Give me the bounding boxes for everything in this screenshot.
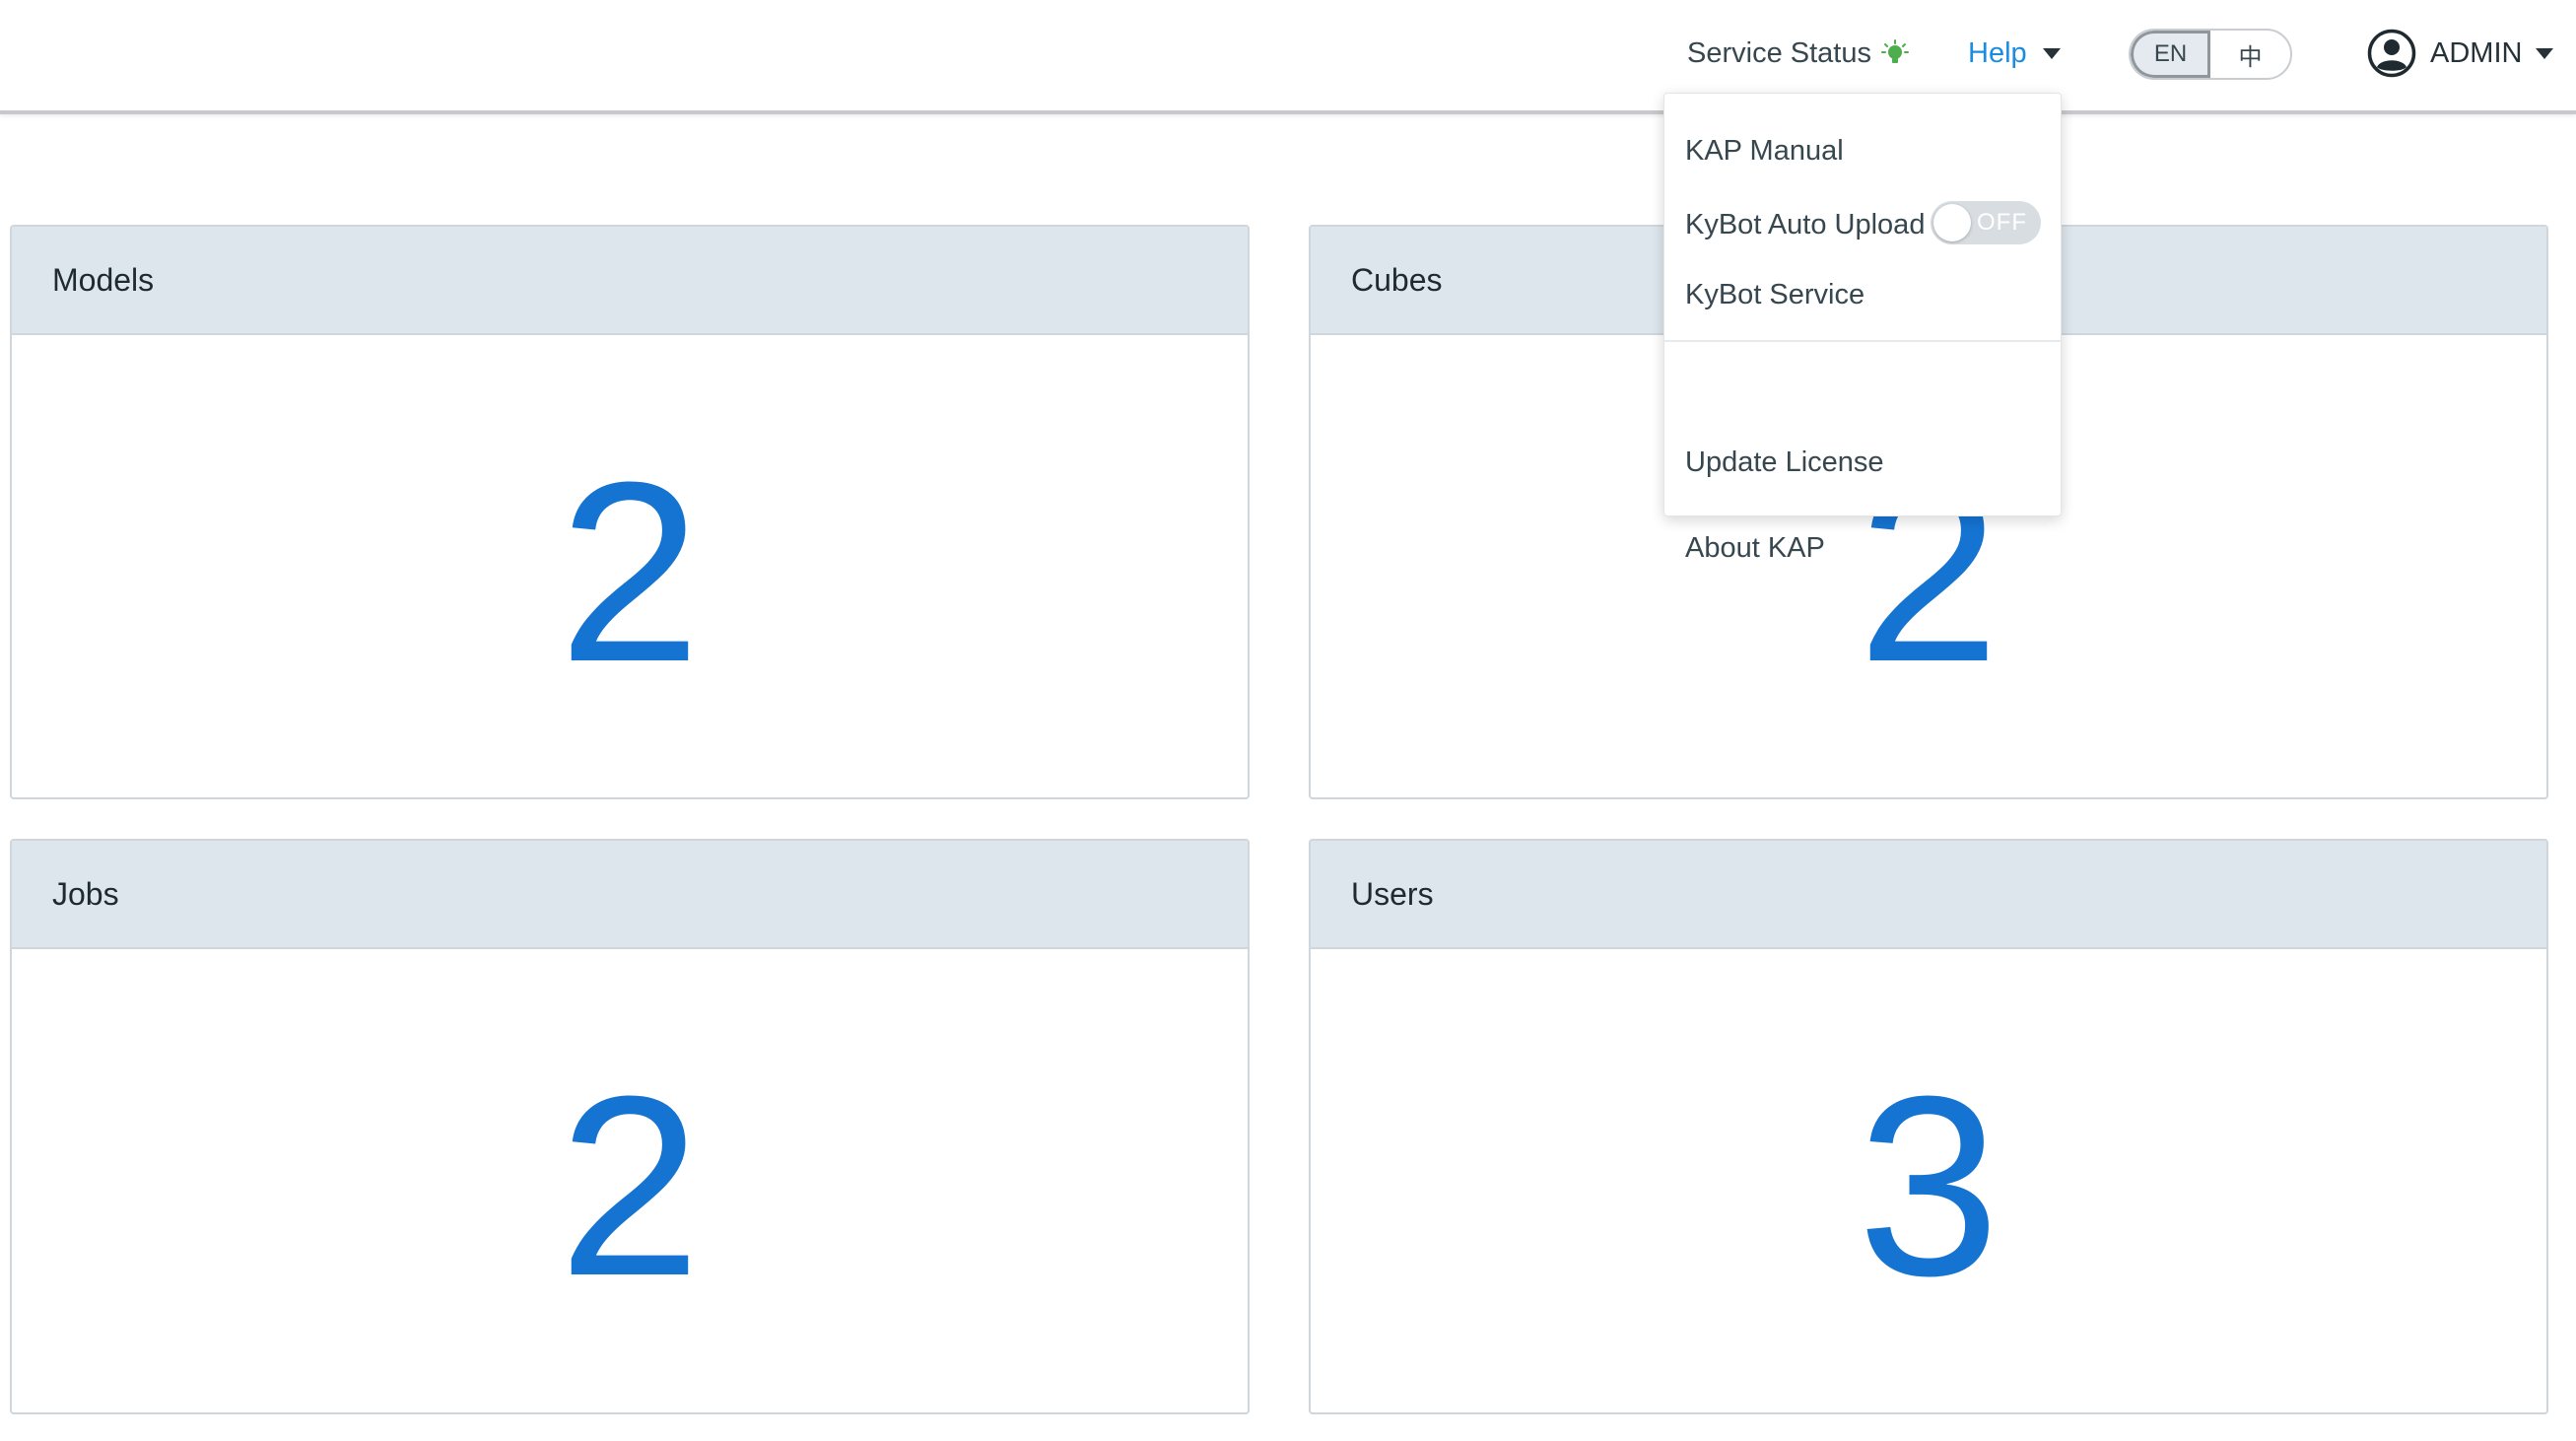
card-body: 3 [1311, 951, 2546, 1412]
user-avatar-icon [2367, 29, 2416, 78]
help-dropdown-menu: KAP Manual KyBot Auto Upload OFF KyBot S… [1663, 93, 2062, 564]
toggle-state-label: OFF [1977, 209, 2027, 236]
menu-item-kybot-service[interactable]: KyBot Service [1685, 275, 1864, 314]
toggle-knob [1933, 204, 1971, 241]
users-card[interactable]: Users 3 [1309, 839, 2548, 1414]
service-status-button[interactable]: Service Status [1687, 34, 1909, 73]
card-body: 2 [12, 337, 1248, 797]
chevron-down-icon [2536, 47, 2554, 59]
user-menu-button[interactable]: ADMIN [2367, 26, 2554, 81]
menu-item-kybot-auto-upload: KyBot Auto Upload [1685, 208, 1926, 240]
top-navbar: Service Status Help EN 中 ADMIN [0, 0, 2576, 114]
help-menu-button[interactable]: Help [1968, 34, 2061, 73]
lightbulb-status-icon [1880, 39, 1909, 63]
help-label: Help [1968, 36, 2027, 69]
language-option-en[interactable]: EN [2131, 31, 2210, 78]
card-title: Models [12, 227, 1248, 335]
menu-divider [1664, 340, 2061, 342]
menu-item-kap-manual[interactable]: KAP Manual [1685, 131, 1844, 171]
card-title: Jobs [12, 841, 1248, 949]
jobs-count: 2 [558, 1044, 702, 1330]
models-card[interactable]: Models 2 [10, 225, 1250, 799]
service-status-label: Service Status [1687, 36, 1871, 69]
card-body: 2 [12, 951, 1248, 1412]
user-name-label: ADMIN [2430, 36, 2523, 69]
menu-item-about-kap[interactable]: About KAP [1685, 528, 1825, 568]
chevron-down-icon [2042, 47, 2061, 59]
language-option-zh[interactable]: 中 [2210, 31, 2290, 78]
users-count: 3 [1857, 1044, 2000, 1330]
menu-item-update-license[interactable]: Update License [1685, 443, 1884, 482]
models-count: 2 [558, 429, 702, 716]
jobs-card[interactable]: Jobs 2 [10, 839, 1250, 1414]
language-toggle[interactable]: EN 中 [2129, 29, 2292, 80]
card-title: Users [1311, 841, 2546, 949]
kybot-auto-upload-toggle[interactable]: OFF [1931, 201, 2041, 244]
